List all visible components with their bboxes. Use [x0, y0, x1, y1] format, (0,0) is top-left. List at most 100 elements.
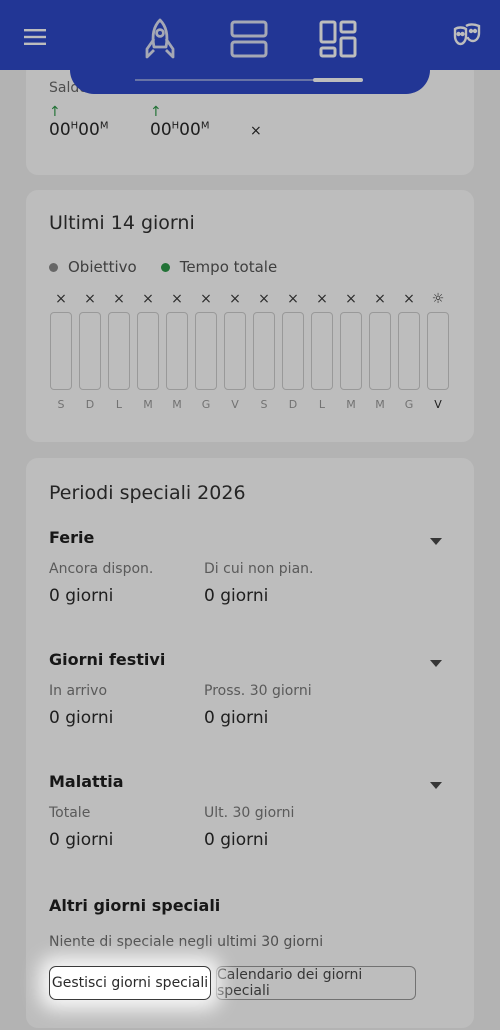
close-icon[interactable]: × [250, 123, 262, 139]
empty-note: Niente di speciale negli ultimi 30 giorn… [49, 934, 324, 950]
rows-icon[interactable] [224, 14, 274, 64]
theater-masks-icon[interactable] [448, 18, 486, 56]
day-bar [79, 312, 101, 390]
last-14-days-card: Ultimi 14 giorni Obiettivo Tempo totale … [26, 190, 474, 442]
day-letter: M [172, 398, 182, 411]
day-column: × S [252, 290, 276, 411]
balance-value-2: ↑ 00H00M [150, 104, 210, 140]
stat-label: In arrivo [49, 683, 108, 699]
day-letter: M [143, 398, 153, 411]
day-column: × S [49, 290, 73, 411]
section-ferie-title[interactable]: Ferie [49, 528, 94, 547]
day-column: ☼ V [426, 290, 450, 411]
day-letter: S [57, 398, 65, 411]
day-bar [427, 312, 449, 390]
day-column: × M [368, 290, 392, 411]
section-malattia-title[interactable]: Malattia [49, 772, 124, 791]
arrow-up-icon: ↑ [150, 104, 162, 120]
day-letter: V [434, 398, 442, 411]
x-mark-icon: × [316, 291, 328, 307]
day-letter: D [85, 398, 95, 411]
x-mark-icon: × [229, 291, 241, 307]
x-mark-icon: × [287, 291, 299, 307]
day-letter: L [318, 398, 326, 411]
day-letter: V [231, 398, 239, 411]
manage-special-days-button[interactable]: Gestisci giorni speciali [49, 966, 211, 1000]
day-bar [369, 312, 391, 390]
section-festivi-title[interactable]: Giorni festivi [49, 650, 165, 669]
stat-value: 0 giorni [204, 586, 269, 606]
goal-dot-icon [49, 262, 58, 272]
stat-value: 0 giorni [204, 830, 269, 850]
total-dot-icon [160, 262, 170, 272]
day-bar [108, 312, 130, 390]
day-letter: L [115, 398, 123, 411]
day-bar [282, 312, 304, 390]
legend-goal: Obiettivo [49, 258, 137, 276]
day-letter: G [404, 398, 414, 411]
days-chart: × S × D × L × M × M × G × V × S × D × L × M × M × G ☼ V [49, 290, 454, 411]
section-altri-title: Altri giorni speciali [49, 896, 221, 915]
day-bar [195, 312, 217, 390]
sun-icon: ☼ [431, 291, 445, 307]
stat-label: Pross. 30 giorni [204, 683, 312, 699]
stat-label: Ult. 30 giorni [204, 805, 295, 821]
day-column: × M [165, 290, 189, 411]
day-column: × V [223, 290, 247, 411]
day-column: × M [339, 290, 363, 411]
tab-track [135, 79, 313, 81]
stat-value: 0 giorni [49, 708, 114, 728]
chevron-down-icon[interactable] [430, 782, 442, 789]
stat-value: 0 giorni [49, 830, 114, 850]
arrow-up-icon: ↑ [49, 104, 61, 120]
card-title: Periodi speciali 2026 [49, 482, 246, 504]
x-mark-icon: × [374, 291, 386, 307]
day-letter: G [201, 398, 211, 411]
day-bar [340, 312, 362, 390]
day-letter: S [260, 398, 268, 411]
dashboard-icon[interactable] [313, 14, 363, 64]
stat-label: Ancora dispon. [49, 561, 154, 577]
x-mark-icon: × [345, 291, 357, 307]
menu-icon[interactable] [16, 18, 54, 56]
day-column: × M [136, 290, 160, 411]
card-title: Ultimi 14 giorni [49, 212, 195, 234]
day-column: × D [78, 290, 102, 411]
chevron-down-icon[interactable] [430, 660, 442, 667]
x-mark-icon: × [403, 291, 415, 307]
x-mark-icon: × [258, 291, 270, 307]
stat-value: 0 giorni [49, 586, 114, 606]
x-mark-icon: × [171, 291, 183, 307]
day-bar [50, 312, 72, 390]
day-bar [224, 312, 246, 390]
stat-value: 0 giorni [204, 708, 269, 728]
day-letter: D [288, 398, 298, 411]
stat-label: Di cui non pian. [204, 561, 314, 577]
day-column: × D [281, 290, 305, 411]
stat-label: Totale [49, 805, 91, 821]
rocket-icon[interactable] [135, 14, 185, 64]
day-bar [311, 312, 333, 390]
special-days-calendar-button[interactable]: Calendario dei giorni speciali [216, 966, 416, 1000]
x-mark-icon: × [84, 291, 96, 307]
day-letter: M [346, 398, 356, 411]
top-app-bar [0, 0, 500, 70]
active-tab-indicator [313, 78, 363, 82]
day-bar [166, 312, 188, 390]
day-letter: M [375, 398, 385, 411]
special-periods-card: Periodi speciali 2026 Ferie Ancora dispo… [26, 458, 474, 1028]
day-bar [137, 312, 159, 390]
x-mark-icon: × [55, 291, 67, 307]
x-mark-icon: × [113, 291, 125, 307]
balance-value-1: ↑ 00H00M [49, 104, 109, 140]
chevron-down-icon[interactable] [430, 538, 442, 545]
day-column: × G [194, 290, 218, 411]
day-column: × G [397, 290, 421, 411]
day-bar [398, 312, 420, 390]
app-bar-tab-strip [70, 70, 430, 94]
x-mark-icon: × [200, 291, 212, 307]
day-bar [253, 312, 275, 390]
legend-total: Tempo totale [160, 258, 277, 276]
chart-legend: Obiettivo Tempo totale [49, 258, 277, 276]
x-mark-icon: × [142, 291, 154, 307]
